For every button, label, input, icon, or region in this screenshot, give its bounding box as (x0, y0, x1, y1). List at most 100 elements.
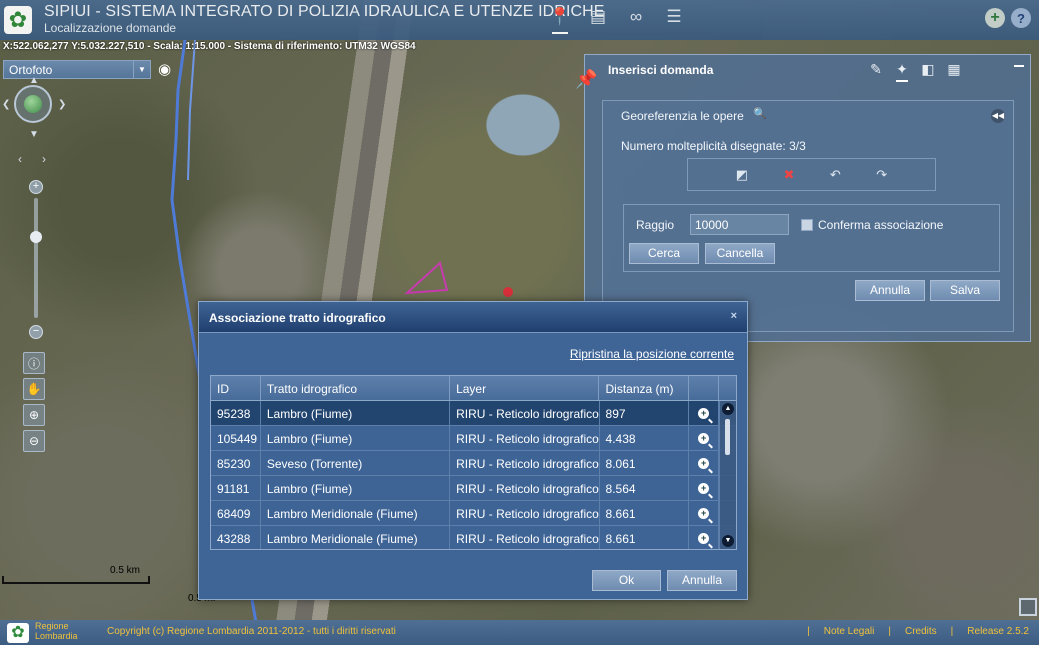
zoom-in-icon[interactable]: + (698, 507, 710, 519)
app-subtitle: Localizzazione domande (44, 21, 177, 35)
zoom-prev-icon[interactable]: ‹ (18, 152, 22, 166)
row-zoom-button[interactable]: + (689, 526, 720, 549)
table-icon[interactable]: ▦ (945, 60, 963, 78)
zoom-in-icon[interactable]: + (698, 432, 710, 444)
col-id[interactable]: ID (211, 376, 261, 400)
table-scrollbar[interactable]: ▲ ▼ (719, 401, 736, 549)
table-row[interactable]: 68409 Lambro Meridionale (Fiume) RIRU - … (211, 501, 736, 526)
cell-tratto: Lambro (Fiume) (261, 401, 451, 425)
row-zoom-button[interactable]: + (689, 426, 720, 450)
zoom-in-icon[interactable]: + (698, 482, 710, 494)
coordinate-readout: X:522.062,277 Y:5.032.227,510 - Scala: 1… (3, 41, 416, 52)
conferma-checkbox[interactable] (801, 219, 813, 231)
add-icon[interactable]: + (985, 8, 1005, 28)
zoom-in-icon[interactable]: + (698, 407, 710, 419)
panel-title: Inserisci domanda (608, 63, 714, 77)
annulla-dialog-button[interactable]: Annulla (667, 570, 737, 591)
zoom-slider-thumb[interactable] (30, 231, 42, 243)
cell-id: 68409 (211, 501, 261, 525)
salva-button[interactable]: Salva (930, 280, 1000, 301)
globe-icon[interactable] (24, 95, 42, 113)
cancella-button[interactable]: Cancella (705, 243, 775, 264)
base-layer-select[interactable]: Ortofoto ▼ (3, 60, 151, 79)
list-icon[interactable]: ☰ (662, 4, 686, 30)
col-action (689, 376, 720, 400)
draw-area-icon[interactable]: ◩ (736, 167, 748, 183)
layers-icon[interactable]: ▤ (586, 4, 610, 30)
row-zoom-button[interactable]: + (689, 476, 720, 500)
raggio-input[interactable] (690, 214, 789, 235)
map-pin-icon[interactable]: 📍 (548, 4, 572, 34)
pan-wheel[interactable] (14, 85, 52, 123)
footer-links: | Note Legali | Credits | Release 2.5.2 (807, 626, 1029, 637)
col-distanza[interactable]: Distanza (m) (599, 376, 690, 400)
app-header: ✿ SIPIUI - SISTEMA INTEGRATO DI POLIZIA … (0, 0, 1039, 40)
zoom-in-icon[interactable]: + (698, 532, 710, 544)
cell-tratto: Lambro Meridionale (Fiume) (261, 501, 451, 525)
credits-link[interactable]: Credits (905, 626, 937, 637)
cell-layer: RIRU - Reticolo idrografico (450, 476, 600, 500)
redo-icon[interactable]: ↷ (876, 167, 887, 183)
scroll-up-icon[interactable]: ▲ (722, 403, 734, 415)
zoom-next-icon[interactable]: › (42, 152, 46, 166)
table-row[interactable]: 105449 Lambro (Fiume) RIRU - Reticolo id… (211, 426, 736, 451)
info-icon[interactable]: ⓘ (23, 352, 45, 374)
row-zoom-button[interactable]: + (689, 451, 720, 475)
help-icon[interactable]: ? (1011, 8, 1031, 28)
table-row[interactable]: 91181 Lambro (Fiume) RIRU - Reticolo idr… (211, 476, 736, 501)
zoom-slider-track[interactable] (34, 198, 38, 318)
pan-up-icon[interactable]: ▲ (29, 75, 39, 86)
note-legali-link[interactable]: Note Legali (824, 626, 875, 637)
chevron-down-icon[interactable]: ▼ (133, 61, 150, 78)
zoom-in-icon[interactable]: + (698, 457, 710, 469)
rewind-icon[interactable]: ◀◀ (991, 109, 1005, 123)
dialog-title: Associazione tratto idrografico (209, 311, 386, 325)
zoom-in-button[interactable]: + (29, 180, 43, 194)
raggio-label: Raggio (636, 218, 675, 232)
pin-tool-icon[interactable]: ✦ (893, 60, 911, 82)
search-box: Raggio Conferma associazione Cerca Cance… (623, 204, 1000, 272)
scroll-down-icon[interactable]: ▼ (722, 535, 734, 547)
col-tratto[interactable]: Tratto idrografico (261, 376, 451, 400)
close-icon[interactable]: × (731, 310, 737, 322)
table-row[interactable]: 95238 Lambro (Fiume) RIRU - Reticolo idr… (211, 401, 736, 426)
cell-tratto: Lambro (Fiume) (261, 426, 451, 450)
ripristina-link[interactable]: Ripristina la posizione corrente (570, 347, 734, 361)
col-layer[interactable]: Layer (450, 376, 600, 400)
box-icon[interactable]: ◧ (919, 60, 937, 78)
cerca-button[interactable]: Cerca (629, 243, 699, 264)
zoom-out-button[interactable]: − (29, 325, 43, 339)
col-scroll (719, 376, 736, 400)
table-row[interactable]: 85230 Seveso (Torrente) RIRU - Reticolo … (211, 451, 736, 476)
cell-distanza: 8.564 (600, 476, 690, 500)
draw-tools: ◩ ✖ ↶ ↷ (687, 158, 936, 191)
scroll-thumb[interactable] (725, 419, 730, 455)
row-zoom-button[interactable]: + (689, 501, 720, 525)
delete-icon[interactable]: ✖ (784, 167, 795, 183)
row-zoom-button[interactable]: + (689, 401, 720, 425)
cell-distanza: 897 (600, 401, 690, 425)
pan-right-icon[interactable]: ❯ (58, 99, 66, 110)
ok-button[interactable]: Ok (592, 570, 661, 591)
pencil-icon[interactable]: ✎ (867, 60, 885, 78)
results-table: ID Tratto idrografico Layer Distanza (m)… (210, 375, 737, 550)
scale-label-km: 0.5 km (110, 565, 141, 576)
binoculars-icon[interactable]: ∞ (624, 4, 648, 30)
pan-left-icon[interactable]: ❮ (2, 99, 10, 110)
drawn-polygon (404, 261, 449, 295)
table-row[interactable]: 43288 Lambro Meridionale (Fiume) RIRU - … (211, 526, 736, 549)
minimize-icon[interactable] (1014, 65, 1024, 67)
fullscreen-icon[interactable] (1019, 598, 1037, 616)
zoom-box-out-icon[interactable]: ⊖ (23, 430, 45, 452)
pan-down-icon[interactable]: ▼ (29, 129, 39, 140)
zoom-box-in-icon[interactable]: ⊕ (23, 404, 45, 426)
river-line-2 (187, 39, 196, 181)
zoom-magnifier-icon[interactable]: 🔍 (753, 107, 767, 120)
hand-icon[interactable]: ✋ (23, 378, 45, 400)
app-title: SIPIUI - SISTEMA INTEGRATO DI POLIZIA ID… (44, 3, 605, 20)
undo-icon[interactable]: ↶ (830, 167, 841, 183)
annulla-panel-button[interactable]: Annulla (855, 280, 925, 301)
cell-id: 85230 (211, 451, 261, 475)
eye-icon[interactable]: ◉ (158, 60, 171, 78)
cell-layer: RIRU - Reticolo idrografico (450, 526, 600, 549)
